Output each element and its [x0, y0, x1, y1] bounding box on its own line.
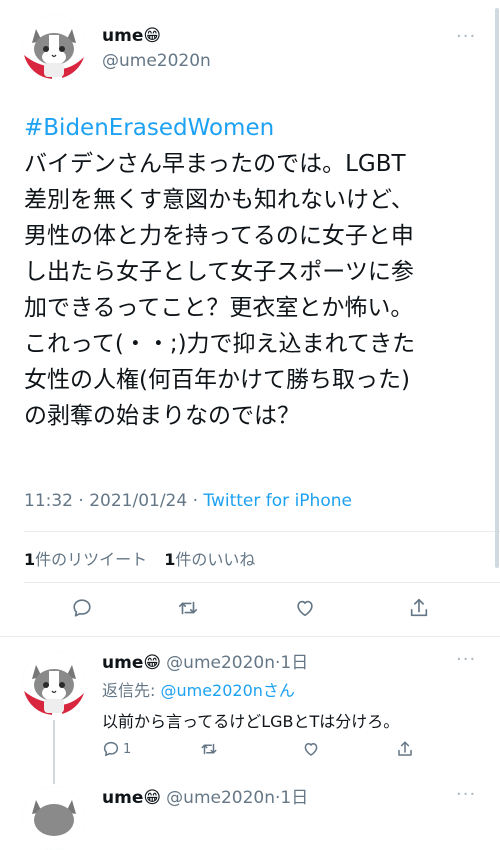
scrollbar[interactable]: [495, 8, 499, 568]
divider: [24, 582, 500, 583]
cat-avatar-icon: [22, 786, 86, 850]
retweet-icon[interactable]: [177, 597, 199, 619]
reply-to-handle[interactable]: @ume2020nさん: [160, 681, 294, 700]
reply-to-prefix: 返信先:: [102, 681, 161, 700]
reply-header: ume😁 @ume2020n·1日: [102, 648, 308, 673]
handle-time[interactable]: @ume2020n·1日: [166, 653, 308, 673]
source-link[interactable]: Twitter for iPhone: [203, 491, 352, 511]
user-handle[interactable]: @ume2020n: [102, 51, 211, 71]
display-name[interactable]: ume😁: [102, 26, 161, 46]
reply-icon[interactable]: [71, 597, 93, 619]
like-icon[interactable]: [294, 597, 316, 619]
share-icon[interactable]: [396, 740, 414, 758]
more-icon[interactable]: ···: [456, 649, 476, 670]
reply-header: ume😁 @ume2020n·1日: [102, 783, 308, 808]
retweet-icon[interactable]: [200, 740, 218, 758]
avatar[interactable]: [22, 786, 86, 850]
cat-avatar-icon: [22, 651, 86, 715]
tweet-text-line: 女性の人権(何百年かけて勝ち取った): [24, 367, 410, 393]
reply-text: 以前から言ってるけどLGBとTは分けろ。: [102, 712, 400, 731]
like-label: 件のいいね: [175, 550, 256, 569]
tweet-body: バイデンさん早まったのでは。LGBT 差別を無くす意図かも知れないけど、 男性の…: [24, 146, 415, 434]
hashtag-link[interactable]: #BidenErasedWomen: [24, 115, 274, 141]
retweet-stat[interactable]: 1件のリツイート: [24, 550, 147, 569]
cat-avatar-icon: [22, 15, 86, 79]
tweet-text-line: し出たら女子として女子スポーツに参: [24, 259, 414, 285]
more-icon[interactable]: ···: [456, 26, 476, 47]
timestamp: 11:32 · 2021/01/24 ·: [24, 491, 204, 511]
retweet-label: 件のリツイート: [35, 550, 148, 569]
like-stat[interactable]: 1件のいいね: [164, 550, 255, 569]
tweet-text-line: 男性の体と力を持ってるのに女子と申: [24, 223, 414, 249]
handle-time[interactable]: @ume2020n·1日: [166, 788, 308, 808]
share-icon[interactable]: [408, 597, 430, 619]
divider: [24, 531, 500, 532]
engagement-stats: 1件のリツイート 1件のいいね: [24, 546, 255, 570]
divider: [0, 636, 500, 637]
display-name[interactable]: ume😁: [102, 788, 161, 808]
tweet-text-line: これって(・・;)力で抑え込まれてきた: [24, 331, 416, 357]
reply-count: 1: [123, 741, 132, 757]
tweet-text-line: バイデンさん早まったのでは。LGBT: [24, 151, 406, 177]
more-icon[interactable]: ···: [456, 784, 476, 805]
thread-line: [53, 720, 55, 784]
retweet-count: 1: [24, 550, 36, 569]
tweet-meta: 11:32 · 2021/01/24 · Twitter for iPhone: [24, 491, 352, 511]
reply-icon: [102, 740, 120, 758]
tweet-text-line: の剥奪の始まりなのでは？: [24, 403, 300, 429]
tweet-text-line: 加できるってこと？更衣室とか怖い。: [24, 295, 414, 321]
like-icon[interactable]: [302, 740, 320, 758]
tweet-text-line: 差別を無くす意図かも知れないけど、: [24, 187, 414, 213]
avatar[interactable]: [22, 651, 86, 715]
display-name[interactable]: ume😁: [102, 653, 161, 673]
avatar[interactable]: [22, 15, 86, 79]
reply-button[interactable]: 1: [102, 740, 131, 758]
reply-to: 返信先: @ume2020nさん: [102, 677, 295, 701]
like-count: 1: [164, 550, 176, 569]
